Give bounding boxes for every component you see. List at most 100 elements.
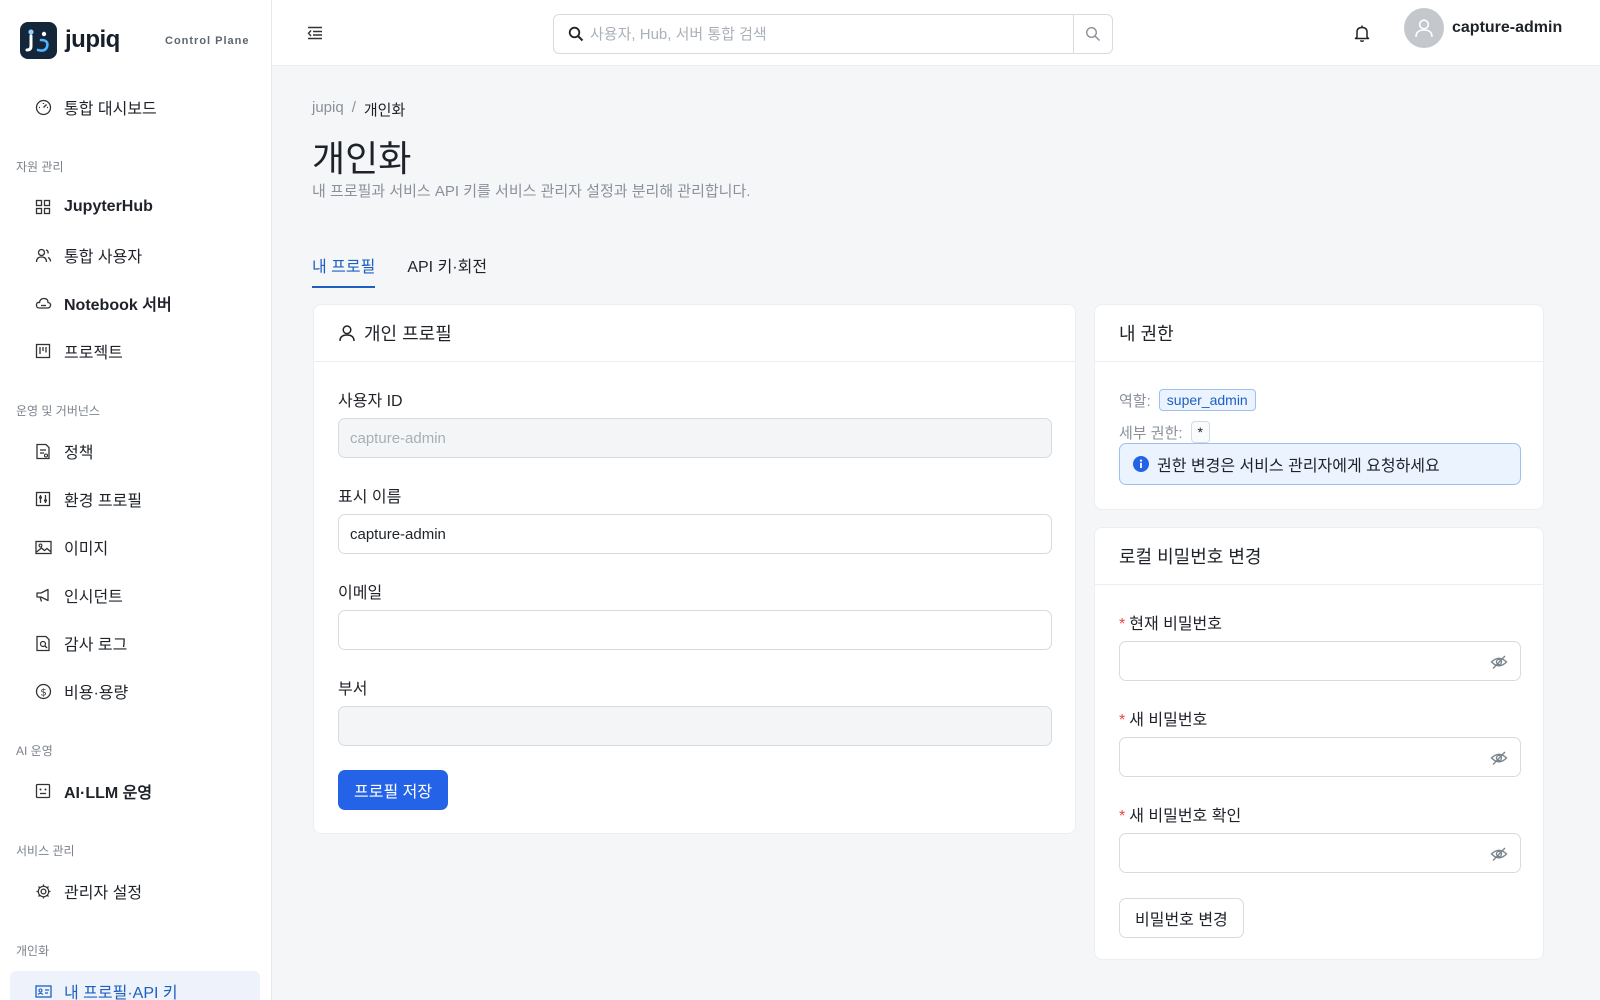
jupiq-logo-icon — [20, 22, 57, 59]
sidebar-item-label: 정책 — [64, 445, 94, 462]
new-password-field[interactable] — [1119, 737, 1521, 777]
role-row: 역할: super_admin — [1119, 389, 1256, 411]
sidebar-item-label: 환경 프로필 — [64, 493, 143, 510]
info-icon — [1133, 456, 1149, 472]
department-label: 부서 — [338, 681, 368, 698]
brand-subtitle: Control Plane — [165, 35, 250, 47]
permission-notice-text: 권한 변경은 서비스 관리자에게 요청하세요 — [1157, 458, 1440, 475]
sidebar-item-jupyterhub[interactable]: JupyterHub — [10, 187, 260, 227]
detail-permission-label: 세부 권한: — [1119, 424, 1183, 442]
search-icon — [554, 15, 584, 53]
sidebar-item-label: AI·LLM 운영 — [64, 785, 153, 802]
sidebar-item-audit-log[interactable]: 감사 로그 — [10, 623, 260, 663]
sidebar-item-dashboard[interactable]: 통합 대시보드 — [10, 87, 260, 127]
bell-icon[interactable] — [1352, 23, 1372, 43]
display-name-field[interactable] — [338, 514, 1052, 554]
eye-off-icon[interactable] — [1490, 653, 1508, 671]
brand[interactable]: jupiq Control Plane — [20, 22, 260, 60]
page-title: 개인화 — [312, 138, 412, 179]
topbar: capture-admin — [272, 0, 1600, 66]
permission-notice: 권한 변경은 서비스 관리자에게 요청하세요 — [1119, 443, 1521, 485]
permissions-card: 내 권한 역할: super_admin 세부 권한: * 권한 변경은 서비스… — [1094, 304, 1544, 510]
confirm-password-label: * 새 비밀번호 확인 — [1119, 802, 1241, 826]
new-password-label: * 새 비밀번호 — [1119, 706, 1207, 730]
sidebar-item-label: 인시던트 — [64, 589, 123, 606]
breadcrumb-current: 개인화 — [363, 102, 406, 119]
user-menu-name[interactable]: capture-admin — [1452, 19, 1562, 37]
confirm-password-label-text: 새 비밀번호 확인 — [1129, 808, 1242, 825]
search-button-icon — [1085, 26, 1101, 42]
cloud-icon — [34, 294, 52, 312]
tab-my-profile[interactable]: 내 프로필 — [312, 240, 376, 288]
image-icon — [34, 538, 52, 556]
sidebar-item-label: 감사 로그 — [64, 637, 128, 654]
sidebar-section-title: 개인화 — [16, 944, 50, 958]
grid-icon — [34, 198, 52, 216]
card-title: 개인 프로필 — [364, 324, 452, 344]
card-header: 로컬 비밀번호 변경 — [1095, 528, 1543, 585]
tab-bar: 내 프로필 API 키·회전 — [312, 240, 519, 288]
change-password-button[interactable]: 비밀번호 변경 — [1119, 898, 1244, 938]
confirm-password-field[interactable] — [1119, 833, 1521, 873]
sidebar-item-projects[interactable]: 프로젝트 — [10, 331, 260, 371]
sidebar-item-cost-capacity[interactable]: $ 비용·용량 — [10, 671, 260, 711]
password-card: 로컬 비밀번호 변경 * 현재 비밀번호 * 새 비밀번호 * 새 비밀번호 확인 비… — [1094, 527, 1544, 960]
eye-off-icon[interactable] — [1490, 749, 1508, 767]
sidebar-item-users[interactable]: 통합 사용자 — [10, 235, 260, 275]
current-password-label: * 현재 비밀번호 — [1119, 610, 1222, 634]
save-profile-button[interactable]: 프로필 저장 — [338, 770, 449, 810]
sidebar-section-title: 서비스 관리 — [16, 844, 75, 858]
avatar[interactable] — [1404, 8, 1444, 48]
department-field — [338, 706, 1052, 746]
audit-icon — [34, 634, 52, 652]
email-field[interactable] — [338, 610, 1052, 650]
sidebar-item-label: Notebook 서버 — [64, 291, 172, 315]
required-mark: * — [1119, 616, 1126, 633]
current-password-label-text: 현재 비밀번호 — [1129, 616, 1222, 633]
robot-icon — [34, 782, 52, 800]
sidebar-item-incidents[interactable]: 인시던트 — [10, 575, 260, 615]
user-icon — [1415, 19, 1433, 38]
sidebar-item-env-profiles[interactable]: 환경 프로필 — [10, 479, 260, 519]
eye-off-icon[interactable] — [1490, 845, 1508, 863]
collapse-sidebar-icon[interactable] — [306, 24, 324, 42]
detail-permission-tag: * — [1190, 421, 1210, 443]
search-input[interactable] — [584, 15, 1073, 53]
user-icon — [338, 324, 356, 342]
user-id-label: 사용자 ID — [338, 393, 403, 410]
sidebar-item-label: 관리자 설정 — [64, 885, 143, 902]
tab-api-keys[interactable]: API 키·회전 — [407, 240, 487, 287]
sidebar-item-admin-settings[interactable]: 관리자 설정 — [10, 871, 260, 911]
role-label: 역할: — [1119, 392, 1151, 410]
sidebar-item-policy[interactable]: 정책 — [10, 431, 260, 471]
dollar-icon: $ — [34, 682, 52, 700]
required-mark: * — [1119, 712, 1126, 729]
current-password-field[interactable] — [1119, 641, 1521, 681]
sidebar-item-notebook-servers[interactable]: Notebook 서버 — [10, 283, 260, 323]
user-id-field: capture-admin — [338, 418, 1052, 458]
sidebar-item-ai-llm[interactable]: AI·LLM 운영 — [10, 771, 260, 811]
sidebar-item-label: 내 프로필·API 키 — [64, 979, 178, 1000]
email-label: 이메일 — [338, 585, 383, 602]
detail-permission-row: 세부 권한: * — [1119, 421, 1210, 443]
sidebar-item-label: JupyterHub — [64, 198, 153, 215]
sidebar-item-my-profile-api-keys[interactable]: 내 프로필·API 키 — [10, 971, 260, 1000]
card-header: 내 권한 — [1095, 305, 1543, 362]
policy-icon — [34, 442, 52, 460]
sidebar-item-label: 통합 사용자 — [64, 249, 143, 266]
breadcrumb-root[interactable]: jupiq — [312, 99, 344, 120]
card-header: 개인 프로필 — [314, 305, 1075, 362]
sidebar-item-label: 비용·용량 — [64, 685, 129, 702]
sidebar-section-title: AI 운영 — [16, 744, 53, 758]
sidebar-item-images[interactable]: 이미지 — [10, 527, 260, 567]
sliders-icon — [34, 490, 52, 508]
sidebar-section-title: 운영 및 거버넌스 — [16, 404, 100, 418]
sidebar: jupiq Control Plane 통합 대시보드 자원 관리 Jupyte… — [0, 0, 272, 1000]
breadcrumb-separator: / — [351, 99, 356, 116]
users-icon — [34, 246, 52, 264]
id-card-icon — [34, 982, 52, 1000]
svg-text:$: $ — [40, 687, 46, 698]
sidebar-item-label: 통합 대시보드 — [64, 101, 157, 118]
gear-icon — [34, 882, 52, 900]
search-button[interactable] — [1073, 15, 1112, 53]
